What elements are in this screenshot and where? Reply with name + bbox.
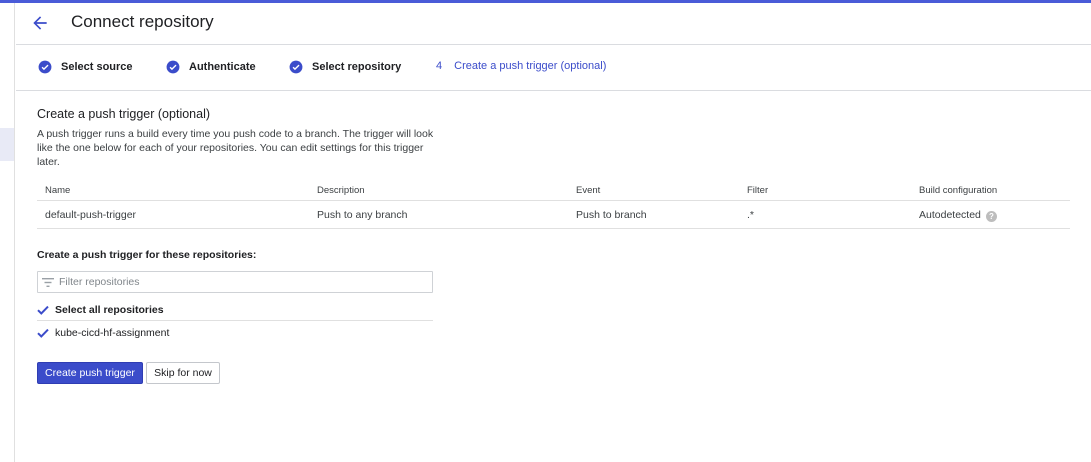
stepper: Select source Authenticate Select reposi… — [16, 45, 1091, 91]
step-label: Authenticate — [189, 61, 256, 73]
checkmark-icon — [37, 305, 49, 315]
cell-description: Push to any branch — [317, 209, 408, 221]
cell-name: default-push-trigger — [45, 209, 137, 221]
section-title: Create a push trigger (optional) — [37, 107, 211, 121]
step-label: Select source — [61, 61, 133, 73]
step-label: Create a push trigger (optional) — [454, 60, 607, 72]
trigger-table: Name Description Event Filter Build conf… — [37, 180, 1070, 229]
checkmark-icon — [37, 328, 49, 338]
check-circle-icon — [289, 60, 303, 74]
step-number: 4 — [436, 60, 443, 72]
left-nav-selected-marker — [0, 128, 14, 161]
repositories-label: Create a push trigger for these reposito… — [37, 249, 257, 261]
filter-repositories-field[interactable] — [37, 271, 433, 293]
filter-repositories-input[interactable] — [59, 274, 419, 290]
step-select-source[interactable]: Select source — [38, 60, 133, 74]
step-select-repository[interactable]: Select repository — [289, 60, 401, 74]
step-create-push-trigger[interactable]: 4 Create a push trigger (optional) — [436, 60, 606, 72]
repository-label: kube-cicd-hf-assignment — [55, 327, 170, 339]
column-header-description: Description — [317, 185, 365, 196]
skip-for-now-button[interactable]: Skip for now — [146, 362, 220, 384]
build-configuration-value: Autodetected — [919, 209, 981, 221]
check-circle-icon — [38, 60, 52, 74]
repository-checkbox[interactable]: kube-cicd-hf-assignment — [37, 322, 433, 344]
column-header-build-configuration: Build configuration — [919, 185, 998, 196]
step-authenticate[interactable]: Authenticate — [166, 60, 256, 74]
section-description: A push trigger runs a build every time y… — [37, 128, 434, 168]
column-header-filter: Filter — [747, 185, 769, 196]
table-header-row: Name Description Event Filter Build conf… — [37, 180, 1070, 201]
cell-filter: .* — [747, 209, 755, 221]
table-row: default-push-trigger Push to any branch … — [37, 201, 1070, 229]
cell-build-configuration: Autodetected? — [919, 209, 997, 222]
page-header: Connect repository — [16, 3, 1091, 45]
check-circle-icon — [166, 60, 180, 74]
select-all-label: Select all repositories — [55, 303, 164, 316]
help-circle-icon[interactable]: ? — [985, 211, 997, 222]
create-push-trigger-button[interactable]: Create push trigger — [37, 362, 143, 384]
column-header-event: Event — [576, 185, 601, 196]
column-header-name: Name — [45, 185, 71, 196]
arrow-left-icon[interactable] — [30, 13, 50, 33]
cell-event: Push to branch — [576, 209, 647, 221]
select-all-repositories-checkbox[interactable]: Select all repositories — [37, 299, 433, 321]
filter-list-icon — [42, 278, 54, 287]
page-title: Connect repository — [71, 12, 214, 31]
step-label: Select repository — [312, 61, 402, 73]
left-nav-rail — [0, 3, 15, 462]
